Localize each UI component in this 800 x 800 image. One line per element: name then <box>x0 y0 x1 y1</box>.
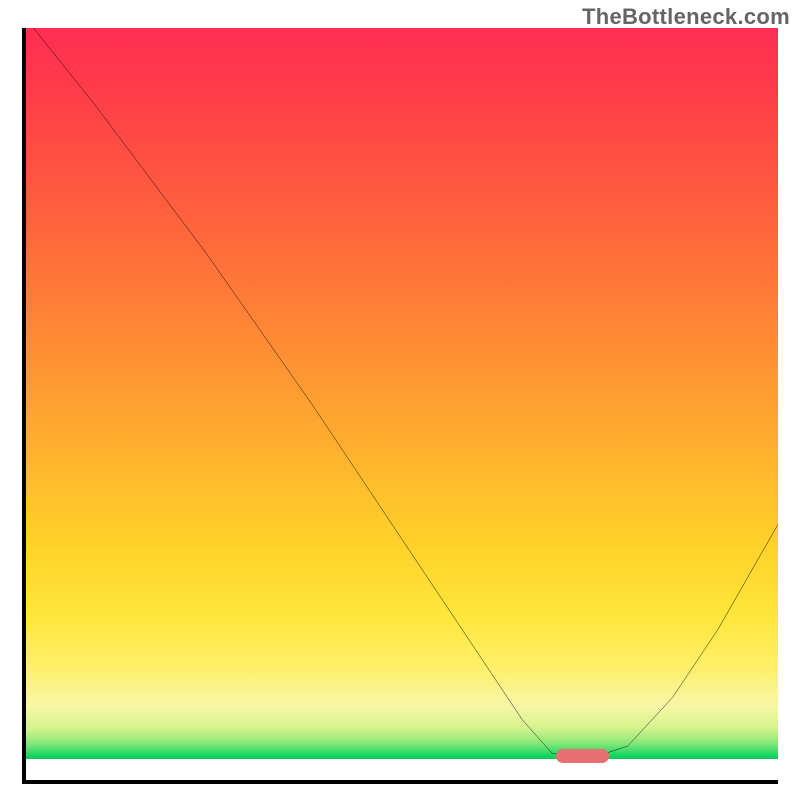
chart-container: TheBottleneck.com <box>0 0 800 800</box>
watermark-text: TheBottleneck.com <box>582 4 790 30</box>
background-gradient <box>26 28 778 780</box>
optimal-range-marker <box>556 749 609 763</box>
plot-area <box>22 28 778 784</box>
